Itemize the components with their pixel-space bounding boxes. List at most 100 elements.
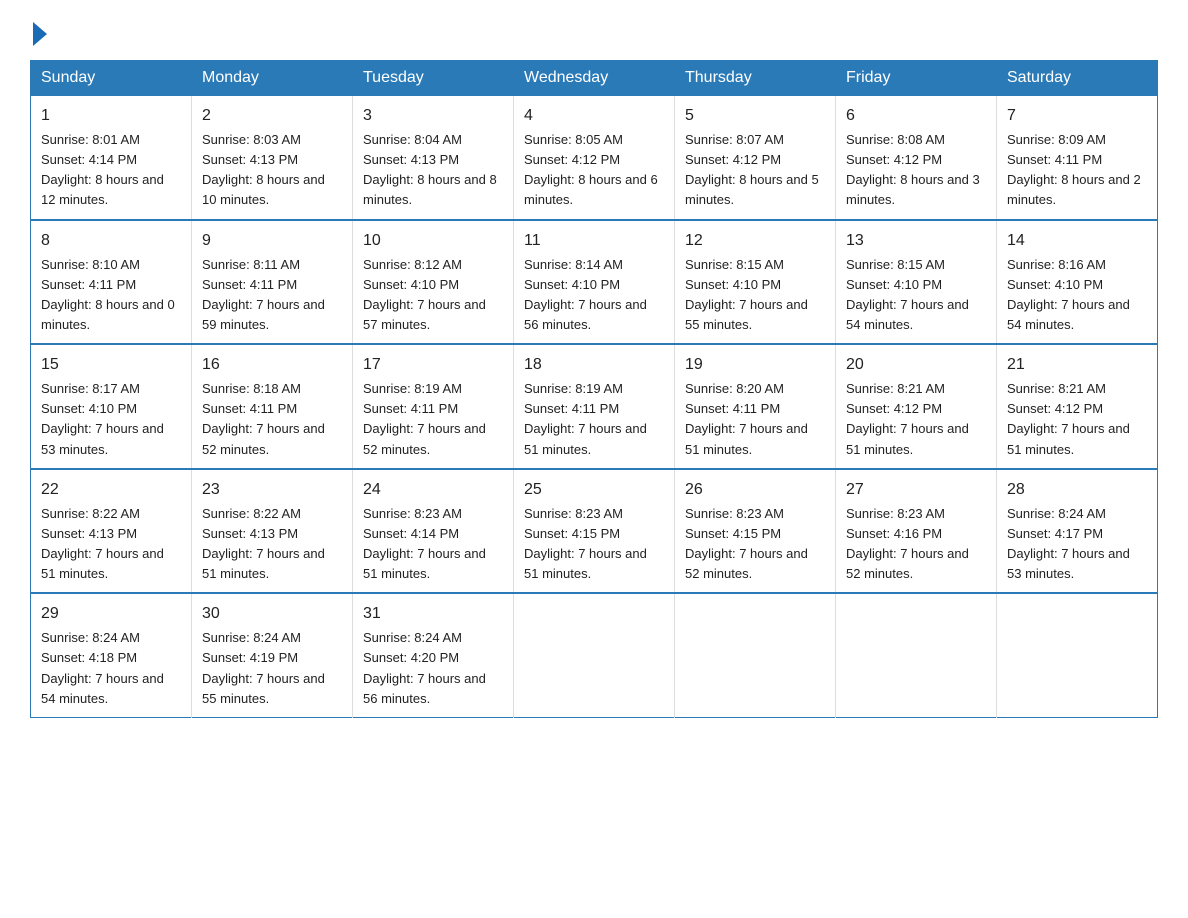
day-info: Sunrise: 8:18 AMSunset: 4:11 PMDaylight:… [202, 381, 325, 456]
day-info: Sunrise: 8:08 AMSunset: 4:12 PMDaylight:… [846, 132, 980, 207]
day-info: Sunrise: 8:24 AMSunset: 4:20 PMDaylight:… [363, 630, 486, 705]
calendar-cell: 23 Sunrise: 8:22 AMSunset: 4:13 PMDayligh… [192, 469, 353, 594]
day-info: Sunrise: 8:21 AMSunset: 4:12 PMDaylight:… [846, 381, 969, 456]
calendar-cell: 31 Sunrise: 8:24 AMSunset: 4:20 PMDayligh… [353, 593, 514, 717]
calendar-cell: 28 Sunrise: 8:24 AMSunset: 4:17 PMDayligh… [997, 469, 1158, 594]
day-number: 24 [363, 478, 503, 502]
calendar-cell: 25Sunrise: 8:23 AMSunset: 4:15 PMDayligh… [514, 469, 675, 594]
day-number: 29 [41, 602, 181, 626]
calendar-table: SundayMondayTuesdayWednesdayThursdayFrid… [30, 60, 1158, 718]
day-info: Sunrise: 8:22 AMSunset: 4:13 PMDaylight:… [202, 506, 325, 581]
calendar-cell: 3 Sunrise: 8:04 AMSunset: 4:13 PMDaylight… [353, 96, 514, 220]
day-info: Sunrise: 8:23 AMSunset: 4:15 PMDaylight:… [524, 506, 647, 581]
calendar-cell: 2 Sunrise: 8:03 AMSunset: 4:13 PMDaylight… [192, 96, 353, 220]
day-number: 14 [1007, 229, 1147, 253]
day-info: Sunrise: 8:09 AMSunset: 4:11 PMDaylight:… [1007, 132, 1141, 207]
day-number: 10 [363, 229, 503, 253]
day-number: 28 [1007, 478, 1147, 502]
day-info: Sunrise: 8:11 AMSunset: 4:11 PMDaylight:… [202, 257, 325, 332]
day-info: Sunrise: 8:23 AMSunset: 4:16 PMDaylight:… [846, 506, 969, 581]
day-info: Sunrise: 8:14 AMSunset: 4:10 PMDaylight:… [524, 257, 647, 332]
calendar-week-row: 15 Sunrise: 8:17 AMSunset: 4:10 PMDayligh… [31, 344, 1158, 469]
calendar-cell: 10 Sunrise: 8:12 AMSunset: 4:10 PMDayligh… [353, 220, 514, 345]
weekday-header-sunday: Sunday [31, 61, 192, 96]
day-number: 9 [202, 229, 342, 253]
calendar-cell: 27 Sunrise: 8:23 AMSunset: 4:16 PMDayligh… [836, 469, 997, 594]
day-number: 6 [846, 104, 986, 128]
day-info: Sunrise: 8:23 AMSunset: 4:15 PMDaylight:… [685, 506, 808, 581]
day-number: 1 [41, 104, 181, 128]
calendar-cell: 18 Sunrise: 8:19 AMSunset: 4:11 PMDayligh… [514, 344, 675, 469]
day-number: 16 [202, 353, 342, 377]
weekday-header-row: SundayMondayTuesdayWednesdayThursdayFrid… [31, 61, 1158, 96]
day-info: Sunrise: 8:12 AMSunset: 4:10 PMDaylight:… [363, 257, 486, 332]
calendar-cell: 29 Sunrise: 8:24 AMSunset: 4:18 PMDayligh… [31, 593, 192, 717]
calendar-cell: 26 Sunrise: 8:23 AMSunset: 4:15 PMDayligh… [675, 469, 836, 594]
calendar-cell: 8 Sunrise: 8:10 AMSunset: 4:11 PMDaylight… [31, 220, 192, 345]
calendar-cell: 14 Sunrise: 8:16 AMSunset: 4:10 PMDayligh… [997, 220, 1158, 345]
day-info: Sunrise: 8:01 AMSunset: 4:14 PMDaylight:… [41, 132, 164, 207]
calendar-cell [675, 593, 836, 717]
day-number: 30 [202, 602, 342, 626]
day-info: Sunrise: 8:07 AMSunset: 4:12 PMDaylight:… [685, 132, 819, 207]
calendar-cell: 11 Sunrise: 8:14 AMSunset: 4:10 PMDayligh… [514, 220, 675, 345]
day-number: 2 [202, 104, 342, 128]
day-info: Sunrise: 8:24 AMSunset: 4:18 PMDaylight:… [41, 630, 164, 705]
calendar-cell: 30Sunrise: 8:24 AMSunset: 4:19 PMDayligh… [192, 593, 353, 717]
day-number: 7 [1007, 104, 1147, 128]
calendar-cell: 1 Sunrise: 8:01 AMSunset: 4:14 PMDaylight… [31, 96, 192, 220]
calendar-cell: 15 Sunrise: 8:17 AMSunset: 4:10 PMDayligh… [31, 344, 192, 469]
calendar-cell: 5 Sunrise: 8:07 AMSunset: 4:12 PMDaylight… [675, 96, 836, 220]
calendar-week-row: 1 Sunrise: 8:01 AMSunset: 4:14 PMDaylight… [31, 96, 1158, 220]
calendar-week-row: 22 Sunrise: 8:22 AMSunset: 4:13 PMDayligh… [31, 469, 1158, 594]
day-info: Sunrise: 8:21 AMSunset: 4:12 PMDaylight:… [1007, 381, 1130, 456]
day-info: Sunrise: 8:19 AMSunset: 4:11 PMDaylight:… [363, 381, 486, 456]
logo-arrow-icon [33, 22, 47, 46]
calendar-cell: 12 Sunrise: 8:15 AMSunset: 4:10 PMDayligh… [675, 220, 836, 345]
day-number: 17 [363, 353, 503, 377]
day-number: 23 [202, 478, 342, 502]
weekday-header-tuesday: Tuesday [353, 61, 514, 96]
calendar-cell: 9 Sunrise: 8:11 AMSunset: 4:11 PMDaylight… [192, 220, 353, 345]
day-number: 31 [363, 602, 503, 626]
day-info: Sunrise: 8:22 AMSunset: 4:13 PMDaylight:… [41, 506, 164, 581]
weekday-header-monday: Monday [192, 61, 353, 96]
day-info: Sunrise: 8:19 AMSunset: 4:11 PMDaylight:… [524, 381, 647, 456]
calendar-cell: 16 Sunrise: 8:18 AMSunset: 4:11 PMDayligh… [192, 344, 353, 469]
calendar-cell: 21 Sunrise: 8:21 AMSunset: 4:12 PMDayligh… [997, 344, 1158, 469]
logo [30, 20, 47, 42]
weekday-header-wednesday: Wednesday [514, 61, 675, 96]
calendar-cell: 22 Sunrise: 8:22 AMSunset: 4:13 PMDayligh… [31, 469, 192, 594]
day-number: 20 [846, 353, 986, 377]
day-info: Sunrise: 8:20 AMSunset: 4:11 PMDaylight:… [685, 381, 808, 456]
day-info: Sunrise: 8:03 AMSunset: 4:13 PMDaylight:… [202, 132, 325, 207]
day-info: Sunrise: 8:24 AMSunset: 4:17 PMDaylight:… [1007, 506, 1130, 581]
day-number: 21 [1007, 353, 1147, 377]
calendar-cell: 24Sunrise: 8:23 AMSunset: 4:14 PMDayligh… [353, 469, 514, 594]
calendar-cell: 13Sunrise: 8:15 AMSunset: 4:10 PMDayligh… [836, 220, 997, 345]
day-info: Sunrise: 8:05 AMSunset: 4:12 PMDaylight:… [524, 132, 658, 207]
day-number: 12 [685, 229, 825, 253]
day-number: 18 [524, 353, 664, 377]
weekday-header-thursday: Thursday [675, 61, 836, 96]
day-info: Sunrise: 8:04 AMSunset: 4:13 PMDaylight:… [363, 132, 497, 207]
day-number: 8 [41, 229, 181, 253]
day-info: Sunrise: 8:17 AMSunset: 4:10 PMDaylight:… [41, 381, 164, 456]
day-info: Sunrise: 8:15 AMSunset: 4:10 PMDaylight:… [685, 257, 808, 332]
calendar-cell: 6 Sunrise: 8:08 AMSunset: 4:12 PMDaylight… [836, 96, 997, 220]
day-number: 22 [41, 478, 181, 502]
calendar-cell: 17 Sunrise: 8:19 AMSunset: 4:11 PMDayligh… [353, 344, 514, 469]
day-info: Sunrise: 8:10 AMSunset: 4:11 PMDaylight:… [41, 257, 175, 332]
weekday-header-friday: Friday [836, 61, 997, 96]
day-number: 15 [41, 353, 181, 377]
calendar-cell: 4 Sunrise: 8:05 AMSunset: 4:12 PMDaylight… [514, 96, 675, 220]
day-info: Sunrise: 8:16 AMSunset: 4:10 PMDaylight:… [1007, 257, 1130, 332]
calendar-cell [997, 593, 1158, 717]
day-number: 4 [524, 104, 664, 128]
day-number: 5 [685, 104, 825, 128]
day-info: Sunrise: 8:15 AMSunset: 4:10 PMDaylight:… [846, 257, 969, 332]
day-number: 11 [524, 229, 664, 253]
day-number: 3 [363, 104, 503, 128]
day-number: 27 [846, 478, 986, 502]
day-number: 26 [685, 478, 825, 502]
